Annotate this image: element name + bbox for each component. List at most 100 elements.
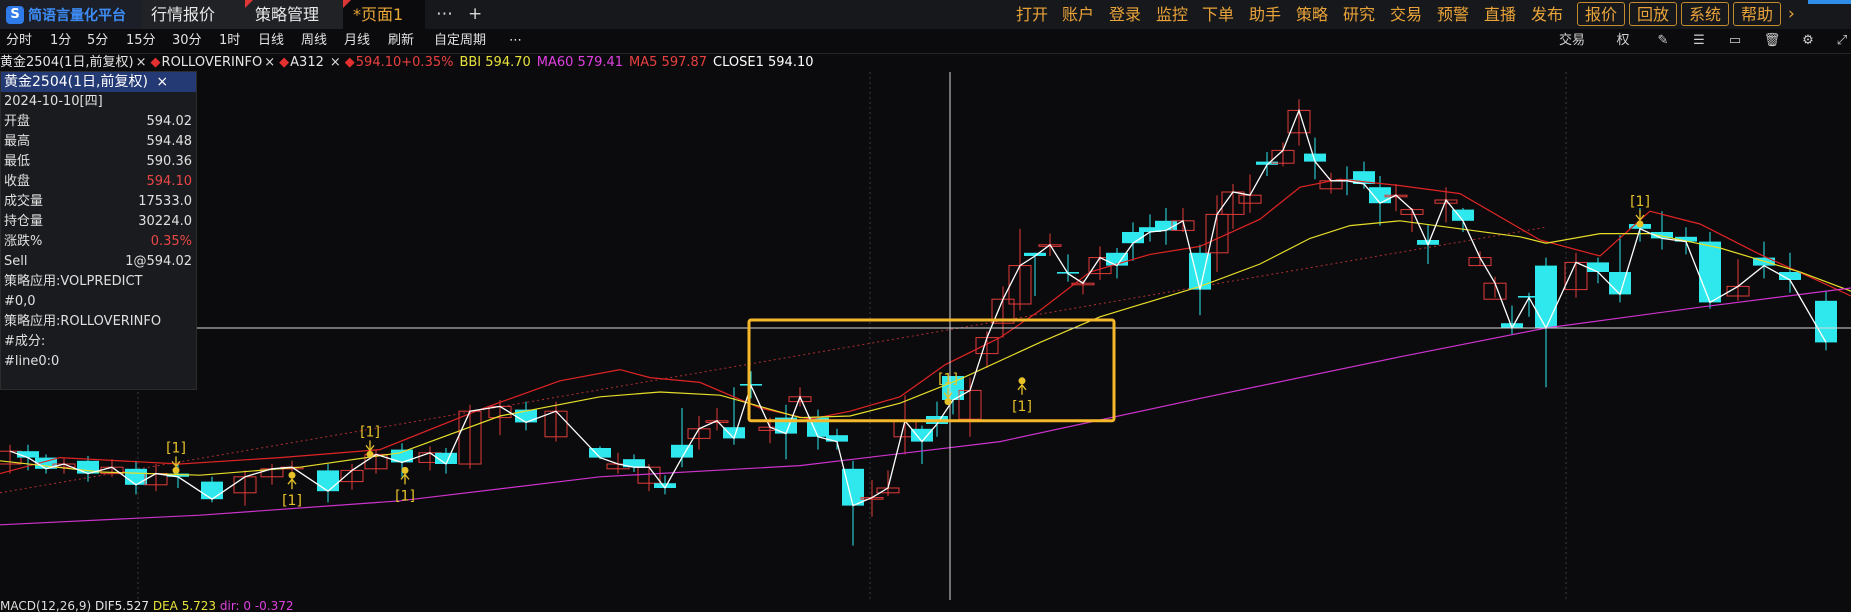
legend-symbol: 黄金2504(1日,前复权) (0, 55, 134, 70)
note-text: 策略应用:ROLLOVERINFO (4, 314, 162, 329)
bar-date: 2024-10-10[四] (1, 92, 196, 112)
period-1hour[interactable]: 1时 (219, 29, 240, 53)
candle-body-down (125, 468, 147, 485)
row-sell: Sell 1@594.02 (1, 252, 196, 272)
close-icon[interactable]: × (330, 55, 341, 70)
menu-publish[interactable]: 发布 (1531, 0, 1563, 29)
app-title: 简语言量化平台 (28, 7, 126, 24)
close-icon[interactable]: × (156, 74, 168, 90)
date-value: 2024-10-10[四] (4, 94, 103, 109)
logo-icon: S (6, 5, 24, 24)
macd-dea: DEA 5.723 (152, 600, 217, 612)
close-icon[interactable]: × (136, 55, 147, 70)
candles-layer (0, 99, 1837, 546)
menu-login[interactable]: 登录 (1109, 0, 1141, 29)
candle-body-down (1815, 300, 1837, 343)
chevron-right-icon[interactable]: › (1788, 0, 1795, 29)
candle-body-down (671, 444, 693, 458)
low-value: 590.36 (146, 154, 193, 169)
menu-monitor[interactable]: 监控 (1156, 0, 1188, 29)
trend-line-layer (0, 72, 1567, 600)
sell-label: Sell (4, 254, 28, 269)
row-high: 最高 594.48 (1, 132, 196, 152)
kline-chart[interactable]: [1] [1] [1] [1] [1] [1] [1] (0, 54, 1851, 600)
weight-icon[interactable]: 权 (1612, 29, 1634, 53)
period-weekly[interactable]: 周线 (301, 29, 327, 53)
legend-close1: CLOSE1 594.10 (713, 55, 814, 70)
menu-assistant[interactable]: 助手 (1249, 0, 1281, 29)
row-volume: 成交量 17533.0 (1, 192, 196, 212)
tab-quotes-label: 行情报价 (151, 5, 216, 24)
period-monthly[interactable]: 月线 (344, 29, 370, 53)
macd-legend: MACD(12,26,9) DIF5.527 DEA 5.723 dir: 0 … (0, 600, 294, 612)
macd-prefix: MACD(12,26,9) (0, 600, 92, 612)
pin-icon[interactable]: ⤢ (1833, 29, 1851, 53)
sliders-icon[interactable]: ☰ (1688, 29, 1710, 53)
period-30min[interactable]: 30分 (172, 29, 202, 53)
add-tab-icon[interactable]: + (468, 0, 482, 29)
more-tabs-icon[interactable]: ⋯ (436, 0, 453, 29)
candle-body-down (1535, 265, 1557, 328)
close-icon[interactable]: × (264, 55, 275, 70)
menu-live[interactable]: 直播 (1484, 0, 1516, 29)
legend-price: 594.10+0.35% (355, 55, 454, 70)
signal-dot (366, 450, 374, 458)
app-logo[interactable]: S 简语言量化平台 (0, 0, 141, 29)
diamond-icon: ◆ (344, 55, 355, 70)
period-5min[interactable]: 5分 (87, 29, 108, 53)
period-1min[interactable]: 1分 (50, 29, 71, 53)
layout-icon[interactable]: ▭ (1724, 29, 1746, 53)
signal-dot (288, 471, 296, 479)
note-text: #0,0 (4, 294, 36, 309)
menu-order[interactable]: 下单 (1202, 0, 1234, 29)
panel-title: 黄金2504(1日,前复权) × (1, 72, 196, 92)
signal-label: [1] (1012, 399, 1032, 415)
settings-icon[interactable]: ⚙ (1797, 29, 1819, 53)
indicator-lines-layer (0, 108, 1851, 526)
strategy-note: #line0:0 (1, 352, 196, 372)
refresh-button[interactable]: 刷新 (388, 29, 414, 53)
help-button[interactable]: 帮助 (1733, 2, 1781, 26)
strategy-note: #成分: (1, 332, 196, 352)
open-label: 开盘 (4, 114, 31, 129)
strategy-note: 策略应用:VOLPREDICT (1, 272, 196, 292)
tab-page1-label: *页面1 (353, 5, 404, 24)
menu-trade[interactable]: 交易 (1390, 0, 1422, 29)
volume-value: 17533.0 (138, 194, 192, 209)
low-label: 最低 (4, 154, 31, 169)
tab-strategy[interactable]: 策略管理 (245, 0, 343, 29)
legend-a312: A312 (290, 55, 324, 70)
high-label: 最高 (4, 134, 31, 149)
signal-dot (401, 466, 409, 474)
signal-dot (944, 398, 952, 406)
period-daily[interactable]: 日线 (258, 29, 284, 53)
quote-button[interactable]: 报价 (1577, 2, 1625, 26)
strategy-note: #0,0 (1, 292, 196, 312)
close-value: 594.10 (146, 174, 193, 189)
series-ma60-line (0, 287, 1851, 526)
menu-research[interactable]: 研究 (1343, 0, 1375, 29)
tab-page1[interactable]: *页面1 (343, 0, 425, 29)
bar-info-panel: 黄金2504(1日,前复权) × 2024-10-10[四] 开盘 594.02 … (0, 71, 197, 390)
menu-alert[interactable]: 预警 (1437, 0, 1469, 29)
menu-strategy[interactable]: 策略 (1296, 0, 1328, 29)
replay-button[interactable]: 回放 (1629, 2, 1677, 26)
menu-account[interactable]: 账户 (1062, 0, 1094, 29)
custom-period-button[interactable]: 自定周期 (434, 29, 486, 53)
more-periods-icon[interactable]: ⋯ (509, 29, 522, 53)
menu-open[interactable]: 打开 (1016, 0, 1048, 29)
period-toolbar: 分时 1分 5分 15分 30分 1时 日线 周线 月线 刷新 自定周期 ⋯ 交… (0, 29, 1851, 54)
diamond-icon: ◆ (279, 55, 290, 70)
system-button[interactable]: 系统 (1681, 2, 1729, 26)
tab-quotes[interactable]: 行情报价 (141, 0, 245, 29)
signal-label: [1] (360, 424, 380, 440)
trash-icon[interactable]: 🗑 (1761, 29, 1783, 53)
period-15min[interactable]: 15分 (126, 29, 156, 53)
period-timeshare[interactable]: 分时 (6, 29, 32, 53)
high-value: 594.48 (146, 134, 193, 149)
pencil-icon[interactable]: ✎ (1652, 29, 1674, 53)
trade-toggle[interactable]: 交易 (1554, 29, 1590, 53)
note-text: 策略应用:VOLPREDICT (4, 274, 143, 289)
row-low: 最低 590.36 (1, 152, 196, 172)
oi-value: 30224.0 (138, 214, 192, 229)
